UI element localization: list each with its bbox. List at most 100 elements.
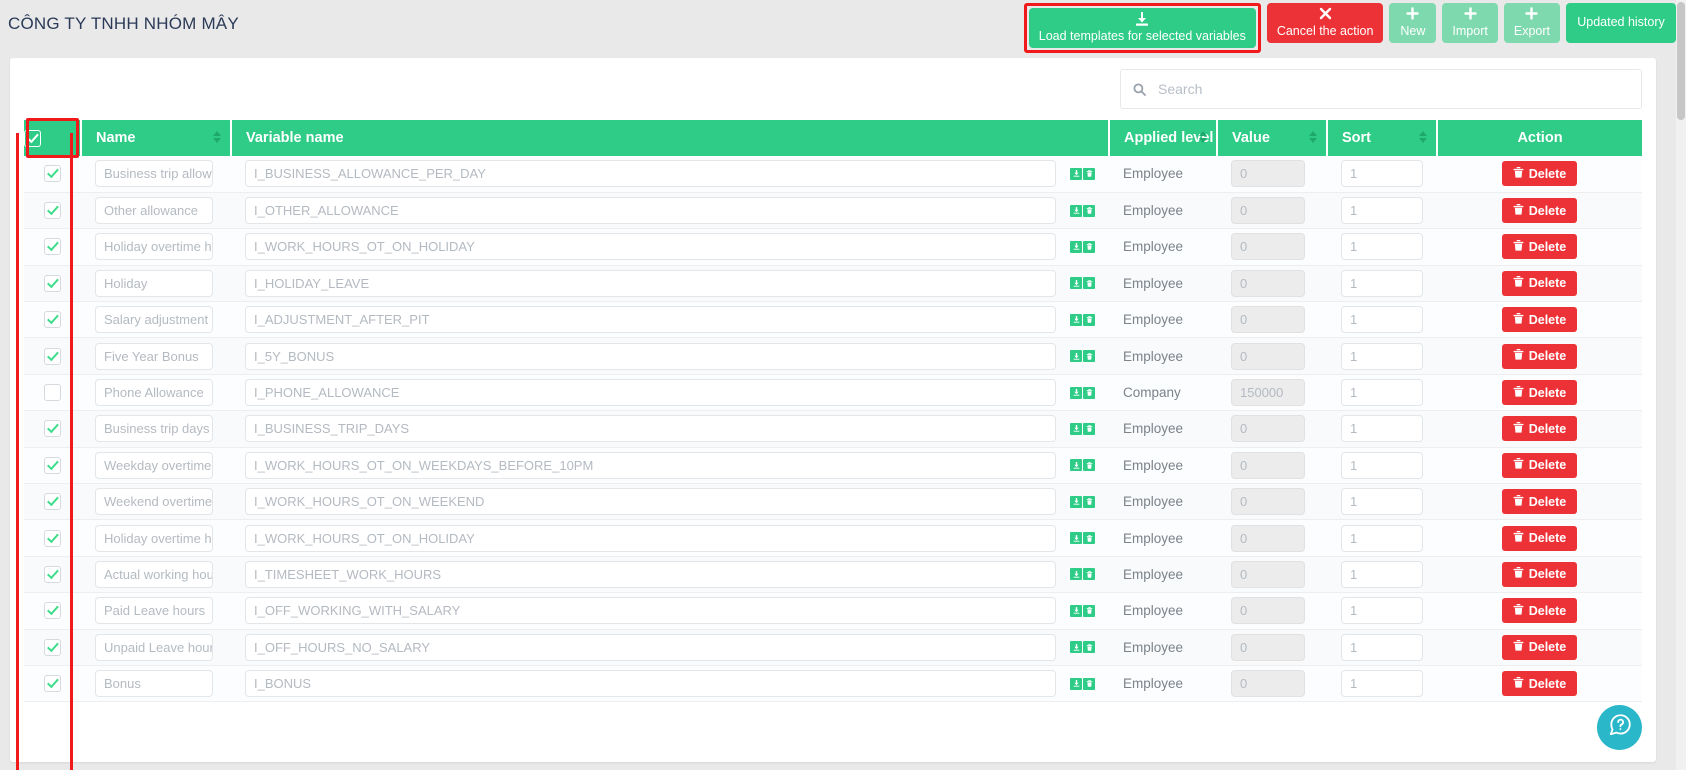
delete-button[interactable]: Delete (1501, 598, 1578, 624)
column-header-value[interactable]: Value (1217, 120, 1328, 156)
page-scrollbar[interactable] (1676, 0, 1686, 770)
value-input[interactable]: 0 (1231, 306, 1305, 334)
row-checkbox[interactable] (44, 638, 61, 656)
name-input[interactable]: Five Year Bonus (95, 342, 213, 370)
name-input[interactable]: Weekday overtime (95, 451, 213, 479)
value-input[interactable]: 0 (1231, 197, 1305, 225)
sort-arrows-icon[interactable] (1199, 131, 1208, 145)
search-input[interactable] (1156, 80, 1629, 98)
save-icon[interactable] (1070, 240, 1082, 253)
sort-input[interactable]: 1 (1341, 269, 1423, 297)
name-input[interactable]: Holiday overtime hours (95, 233, 213, 261)
row-checkbox[interactable] (44, 456, 61, 474)
delete-button[interactable]: Delete (1501, 489, 1578, 515)
variable-name-input[interactable]: I_WORK_HOURS_OT_ON_WEEKDAYS_BEFORE_10PM (245, 451, 1056, 479)
trash-icon[interactable] (1083, 641, 1095, 654)
help-button[interactable] (1597, 705, 1642, 750)
sort-arrows-icon[interactable] (1309, 131, 1318, 145)
delete-button[interactable]: Delete (1501, 525, 1578, 551)
trash-icon[interactable] (1083, 350, 1095, 363)
sort-input[interactable]: 1 (1341, 451, 1423, 479)
name-input[interactable]: Business trip days (95, 415, 213, 443)
name-input[interactable]: Holiday overtime hours (95, 524, 213, 552)
value-input[interactable]: 0 (1231, 524, 1305, 552)
search-box[interactable] (1120, 69, 1642, 109)
variable-name-input[interactable]: I_BUSINESS_TRIP_DAYS (245, 415, 1056, 443)
variable-name-input[interactable]: I_PHONE_ALLOWANCE (245, 379, 1056, 407)
save-icon[interactable] (1070, 350, 1082, 363)
load-templates-button[interactable]: Load templates for selected variables (1028, 8, 1256, 48)
variable-name-input[interactable]: I_OFF_HOURS_NO_SALARY (245, 633, 1056, 661)
value-input[interactable]: 0 (1231, 160, 1305, 188)
value-input[interactable]: 0 (1231, 269, 1305, 297)
delete-button[interactable]: Delete (1501, 270, 1578, 296)
name-input[interactable]: Unpaid Leave hours (95, 633, 213, 661)
save-icon[interactable] (1070, 495, 1082, 508)
row-checkbox[interactable] (44, 493, 61, 511)
variable-name-input[interactable]: I_TIMESHEET_WORK_HOURS (245, 560, 1056, 588)
name-input[interactable]: Actual working hours (95, 560, 213, 588)
sort-input[interactable]: 1 (1341, 197, 1423, 225)
sort-arrows-icon[interactable] (213, 131, 222, 145)
save-icon[interactable] (1070, 167, 1082, 180)
trash-icon[interactable] (1083, 386, 1095, 399)
value-input[interactable]: 150000 (1231, 379, 1305, 407)
column-header-applied-level[interactable]: Applied level (1109, 120, 1218, 156)
row-checkbox[interactable] (44, 565, 61, 583)
trash-icon[interactable] (1083, 204, 1095, 217)
delete-button[interactable]: Delete (1501, 452, 1578, 478)
trash-icon[interactable] (1083, 313, 1095, 326)
delete-button[interactable]: Delete (1501, 234, 1578, 260)
row-checkbox[interactable] (44, 274, 61, 292)
delete-button[interactable]: Delete (1501, 161, 1578, 187)
name-input[interactable]: Other allowance (95, 197, 213, 225)
value-input[interactable]: 0 (1231, 633, 1305, 661)
trash-icon[interactable] (1083, 422, 1095, 435)
sort-input[interactable]: 1 (1341, 342, 1423, 370)
column-header-sort[interactable]: Sort (1327, 120, 1438, 156)
save-icon[interactable] (1070, 386, 1082, 399)
row-checkbox[interactable] (44, 529, 61, 547)
save-icon[interactable] (1070, 677, 1082, 690)
value-input[interactable]: 0 (1231, 451, 1305, 479)
trash-icon[interactable] (1083, 604, 1095, 617)
delete-button[interactable]: Delete (1501, 343, 1578, 369)
save-icon[interactable] (1070, 204, 1082, 217)
row-checkbox[interactable] (44, 675, 61, 693)
row-checkbox[interactable] (44, 384, 61, 402)
trash-icon[interactable] (1083, 568, 1095, 581)
row-checkbox[interactable] (44, 602, 61, 620)
trash-icon[interactable] (1083, 167, 1095, 180)
save-icon[interactable] (1070, 532, 1082, 545)
value-input[interactable]: 0 (1231, 415, 1305, 443)
row-checkbox[interactable] (44, 311, 61, 329)
name-input[interactable]: Business trip allowance (95, 160, 213, 188)
save-icon[interactable] (1070, 277, 1082, 290)
variable-name-input[interactable]: I_WORK_HOURS_OT_ON_WEEKEND (245, 488, 1056, 516)
trash-icon[interactable] (1083, 240, 1095, 253)
name-input[interactable]: Weekend overtime (95, 488, 213, 516)
delete-button[interactable]: Delete (1501, 416, 1578, 442)
value-input[interactable]: 0 (1231, 560, 1305, 588)
variable-name-input[interactable]: I_BONUS (245, 670, 1056, 698)
name-input[interactable]: Paid Leave hours (95, 597, 213, 625)
delete-button[interactable]: Delete (1501, 671, 1578, 697)
sort-input[interactable]: 1 (1341, 415, 1423, 443)
variable-name-input[interactable]: I_BUSINESS_ALLOWANCE_PER_DAY (245, 160, 1056, 188)
name-input[interactable]: Salary adjustment after PIT (95, 306, 213, 334)
row-checkbox[interactable] (44, 347, 61, 365)
name-input[interactable]: Bonus (95, 670, 213, 698)
save-icon[interactable] (1070, 641, 1082, 654)
trash-icon[interactable] (1083, 677, 1095, 690)
save-icon[interactable] (1070, 568, 1082, 581)
row-checkbox[interactable] (44, 238, 61, 256)
trash-icon[interactable] (1083, 277, 1095, 290)
sort-input[interactable]: 1 (1341, 597, 1423, 625)
row-checkbox[interactable] (44, 165, 61, 183)
delete-button[interactable]: Delete (1501, 307, 1578, 333)
variable-name-input[interactable]: I_OTHER_ALLOWANCE (245, 197, 1056, 225)
variable-name-input[interactable]: I_HOLIDAY_LEAVE (245, 269, 1056, 297)
value-input[interactable]: 0 (1231, 233, 1305, 261)
value-input[interactable]: 0 (1231, 488, 1305, 516)
delete-button[interactable]: Delete (1501, 561, 1578, 587)
